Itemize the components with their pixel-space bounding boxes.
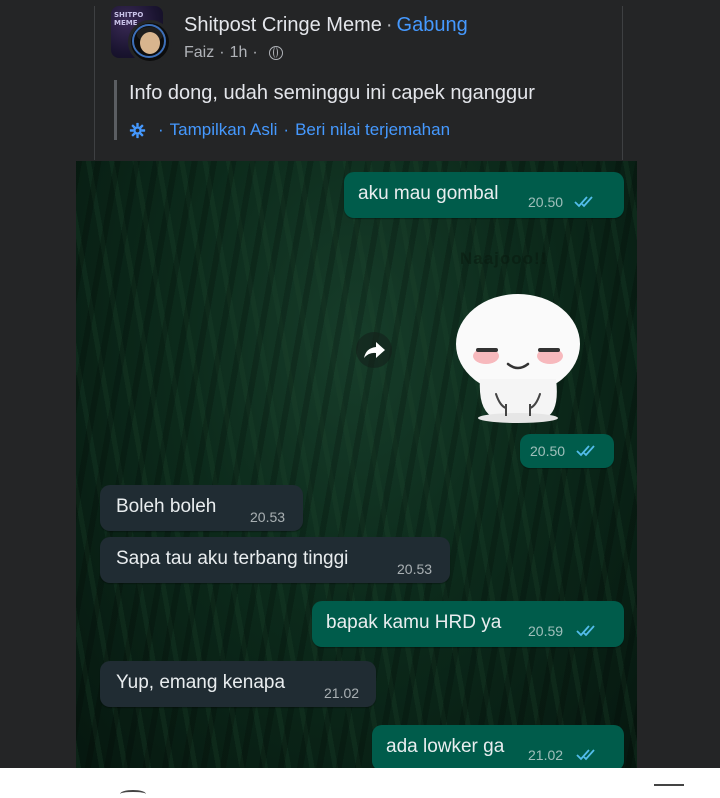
message-text: bapak kamu HRD ya <box>326 612 502 633</box>
message-time: 20.53 <box>250 509 286 525</box>
reaction-icon[interactable] <box>120 790 146 798</box>
message-time: 20.53 <box>397 561 433 577</box>
message-text: Sapa tau aku terbang tinggi <box>116 548 349 569</box>
read-receipt-icon <box>576 625 595 637</box>
chat-message-incoming: Boleh boleh 20.53 <box>100 485 303 531</box>
rate-translation-link[interactable]: Beri nilai terjemahan <box>295 120 450 140</box>
translation-separator: · <box>158 120 164 139</box>
group-name-link[interactable]: Shitpost Cringe Meme <box>184 14 382 36</box>
show-original-link[interactable]: Tampilkan Asli <box>170 120 278 140</box>
chat-message-outgoing: aku mau gombal 20.50 <box>344 172 624 218</box>
meta-separator: · <box>219 44 225 61</box>
sticker-image[interactable] <box>450 284 588 426</box>
sticker-time-pill: 20.50 <box>520 434 614 468</box>
message-time: 21.02 <box>528 747 564 763</box>
post-text: Info dong, udah seminggu ini capek ngang… <box>129 82 535 104</box>
join-group-button[interactable]: Gabung <box>397 14 468 36</box>
chat-message-outgoing: bapak kamu HRD ya 20.59 <box>312 601 624 647</box>
message-text: aku mau gombal <box>358 183 499 204</box>
message-time: 20.59 <box>528 623 564 639</box>
translation-separator-2: · <box>283 120 290 139</box>
read-receipt-icon <box>576 445 595 457</box>
gear-icon <box>129 122 146 138</box>
post-meta: Faiz · 1h · <box>184 44 283 62</box>
meta-separator-2: · <box>252 44 258 61</box>
forward-icon[interactable] <box>356 332 392 368</box>
translation-row: · Tampilkan Asli · Beri nilai terjemahan <box>129 120 450 140</box>
message-text: Yup, emang kenapa <box>116 672 286 693</box>
post-timestamp[interactable]: 1h <box>230 44 248 62</box>
chat-message-incoming: Yup, emang kenapa 21.02 <box>100 661 376 707</box>
chat-message-incoming: Sapa tau aku terbang tinggi 20.53 <box>100 537 450 583</box>
menu-icon[interactable] <box>654 784 684 786</box>
author-avatar[interactable] <box>128 20 172 64</box>
message-time: 20.50 <box>528 194 564 210</box>
read-receipt-icon <box>576 749 595 761</box>
message-text: ada lowker ga <box>386 736 505 757</box>
translation-quote-bar <box>114 80 117 140</box>
chat-screenshot-image[interactable]: aku mau gombal 20.50 Naajooo!! 20.50 Bol… <box>76 161 637 768</box>
chat-message-outgoing: ada lowker ga 21.02 <box>372 725 624 768</box>
message-time: 20.50 <box>530 443 566 459</box>
header-separator: · <box>385 14 393 36</box>
read-receipt-icon <box>574 196 593 208</box>
post-header: Shitpost Cringe Meme · Gabung <box>184 14 468 37</box>
author-name-link[interactable]: Faiz <box>184 44 214 62</box>
globe-icon <box>268 46 283 60</box>
bottom-action-bar <box>0 768 720 793</box>
message-time: 21.02 <box>324 685 360 701</box>
message-text: Boleh boleh <box>116 496 217 517</box>
sticker-caption: Naajooo!! <box>460 249 548 268</box>
